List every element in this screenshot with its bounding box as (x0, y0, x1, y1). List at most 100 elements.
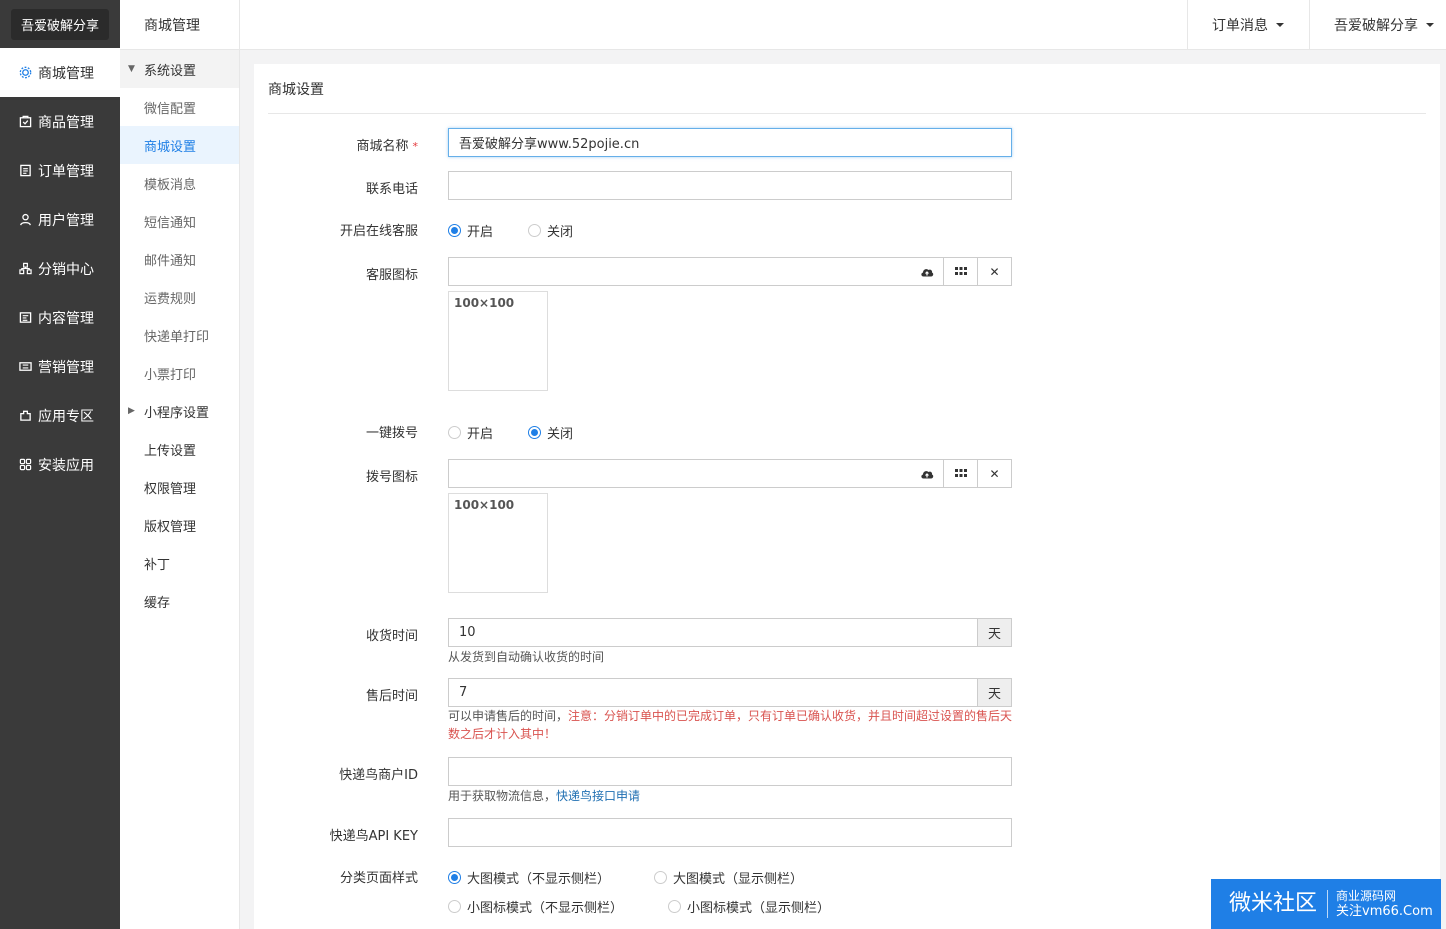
order-messages-dropdown[interactable]: 订单消息 (1187, 0, 1309, 50)
cat-opt3-label: 小图标模式（不显示侧栏） (467, 901, 624, 916)
subnav-item-email[interactable]: 邮件通知 (120, 240, 239, 278)
cs-icon-label: 客服图标 (365, 268, 418, 283)
user-dropdown[interactable]: 吾爱破解分享 (1309, 0, 1446, 50)
sidebar-item-products[interactable]: 商品管理 (0, 97, 120, 146)
sidebar-item-users[interactable]: 用户管理 (0, 195, 120, 244)
kdn-id-input[interactable] (448, 757, 1012, 786)
kdn-help-text: 用于获取物流信息， (448, 789, 557, 803)
subnav-title: 商城管理 (120, 0, 239, 50)
receive-time-help: 从发货到自动确认收货的时间 (448, 650, 605, 664)
clear-button[interactable]: ✕ (978, 459, 1012, 488)
settings-panel: 商城设置 商城名称 * 吾爱破解分享www.52pojie.cn 联系电话 开启在… (254, 64, 1440, 929)
subnav-item-receipt-print[interactable]: 小票打印 (120, 354, 239, 392)
grid-icon (954, 469, 967, 477)
dial-icon-input-group: ✕ (448, 459, 1012, 488)
cs-off-radio[interactable]: 关闭 (528, 221, 573, 240)
caret-down-icon (1426, 23, 1434, 27)
brand-area: 吾爱破解分享 (0, 0, 120, 48)
cat-opt4-radio[interactable]: 小图标模式（显示侧栏） (668, 897, 830, 916)
kdn-key-input[interactable] (448, 818, 1012, 847)
product-icon (18, 115, 32, 129)
caret-down-icon (1276, 23, 1284, 27)
subnav-item-shipping[interactable]: 运费规则 (120, 278, 239, 316)
top-bar: 订单消息 吾爱破解分享 (240, 0, 1446, 50)
cs-icon-preview: 100×100 (448, 291, 548, 391)
order-messages-label: 订单消息 (1212, 18, 1268, 34)
sidebar-item-install[interactable]: 安装应用 (0, 440, 120, 489)
caret-down-icon: ▼ (128, 64, 135, 74)
receive-time-group: 10 天 (448, 618, 1012, 647)
distribution-icon (18, 262, 32, 276)
cat-opt1-radio[interactable]: 大图模式（不显示侧栏） (448, 868, 610, 887)
main-sidebar: 吾爱破解分享 商城管理 商品管理 订单管理 用户管理 分销中心 内容管理 营销管… (0, 0, 120, 929)
user-name-label: 吾爱破解分享 (1334, 18, 1418, 34)
subnav-group-miniapp[interactable]: ▶ 小程序设置 (120, 392, 239, 430)
dial-off-radio[interactable]: 关闭 (528, 423, 573, 442)
dial-off-label: 关闭 (547, 427, 574, 442)
gallery-button[interactable] (944, 257, 978, 286)
subnav-item-cache[interactable]: 缓存 (120, 582, 239, 620)
install-icon (18, 458, 32, 472)
caret-right-icon: ▶ (128, 406, 135, 416)
receive-time-input[interactable]: 10 (448, 618, 977, 647)
cloud-upload-icon (920, 470, 933, 478)
brand-logo[interactable]: 吾爱破解分享 (10, 8, 109, 40)
cat-opt2-radio[interactable]: 大图模式（显示侧栏） (654, 868, 803, 887)
kdn-apply-link[interactable]: 快递鸟接口申请 (556, 789, 640, 803)
cat-opt4-label: 小图标模式（显示侧栏） (687, 901, 831, 916)
sidebar-item-label: 应用专区 (38, 408, 94, 425)
clear-button[interactable]: ✕ (978, 257, 1012, 286)
subnav-group-system[interactable]: ▼ 系统设置 (120, 50, 239, 88)
dial-label: 一键拨号 (365, 426, 418, 441)
sidebar-item-store[interactable]: 商城管理 (0, 48, 120, 97)
subnav-item-patch[interactable]: 补丁 (120, 544, 239, 582)
cs-icon-input-group: ✕ (448, 257, 1012, 286)
cat-opt3-radio[interactable]: 小图标模式（不显示侧栏） (448, 897, 623, 916)
gallery-button[interactable] (944, 459, 978, 488)
store-name-input[interactable]: 吾爱破解分享www.52pojie.cn (448, 128, 1012, 157)
sidebar-item-label: 分销中心 (38, 261, 94, 278)
subnav-item-permissions[interactable]: 权限管理 (120, 468, 239, 506)
upload-button[interactable] (910, 459, 944, 488)
subnav-item-sms[interactable]: 短信通知 (120, 202, 239, 240)
dial-icon-preview: 100×100 (448, 493, 548, 593)
dial-icon-label: 拨号图标 (365, 470, 418, 485)
watermark-subtitle: 商业源码网 关注vm66.Com (1328, 889, 1433, 919)
subnav-item-template-msg[interactable]: 模板消息 (120, 164, 239, 202)
aftersale-time-group: 7 天 (448, 678, 1012, 707)
dial-icon-input[interactable] (448, 459, 910, 488)
radio-unchecked-icon (528, 224, 541, 237)
subnav-group-label: 小程序设置 (144, 405, 210, 421)
cs-icon-input[interactable] (448, 257, 910, 286)
cat-opt2-label: 大图模式（显示侧栏） (673, 872, 804, 887)
sidebar-item-apps[interactable]: 应用专区 (0, 391, 120, 440)
aftersale-help-text: 可以申请售后的时间， (448, 709, 569, 723)
receive-time-label: 收货时间 (365, 629, 418, 644)
online-cs-label: 开启在线客服 (339, 224, 418, 239)
sidebar-item-orders[interactable]: 订单管理 (0, 146, 120, 195)
grid-icon (954, 267, 967, 275)
dial-on-radio[interactable]: 开启 (448, 423, 493, 442)
sidebar-item-distribution[interactable]: 分销中心 (0, 244, 120, 293)
sidebar-item-marketing[interactable]: 营销管理 (0, 342, 120, 391)
radio-unchecked-icon (448, 426, 461, 439)
sidebar-item-label: 内容管理 (38, 310, 94, 327)
subnav-item-store-settings[interactable]: 商城设置 (120, 126, 239, 164)
aftersale-time-input[interactable]: 7 (448, 678, 977, 707)
unit-addon: 天 (977, 678, 1012, 707)
gear-icon (18, 66, 32, 80)
subnav-item-express-print[interactable]: 快递单打印 (120, 316, 239, 354)
divider (268, 113, 1426, 114)
sidebar-item-label: 订单管理 (38, 163, 94, 180)
aftersale-time-label: 售后时间 (365, 689, 418, 704)
sidebar-item-content[interactable]: 内容管理 (0, 293, 120, 342)
cs-on-radio[interactable]: 开启 (448, 221, 493, 240)
subnav-item-wechat[interactable]: 微信配置 (120, 88, 239, 126)
phone-input[interactable] (448, 171, 1012, 200)
subnav-item-upload[interactable]: 上传设置 (120, 430, 239, 468)
sidebar-item-label: 用户管理 (38, 212, 94, 229)
upload-button[interactable] (910, 257, 944, 286)
subnav-item-copyright[interactable]: 版权管理 (120, 506, 239, 544)
category-style-label: 分类页面样式 (339, 871, 418, 886)
sub-sidebar: 商城管理 ▼ 系统设置 微信配置 商城设置 模板消息 短信通知 邮件通知 运费规… (120, 0, 240, 929)
